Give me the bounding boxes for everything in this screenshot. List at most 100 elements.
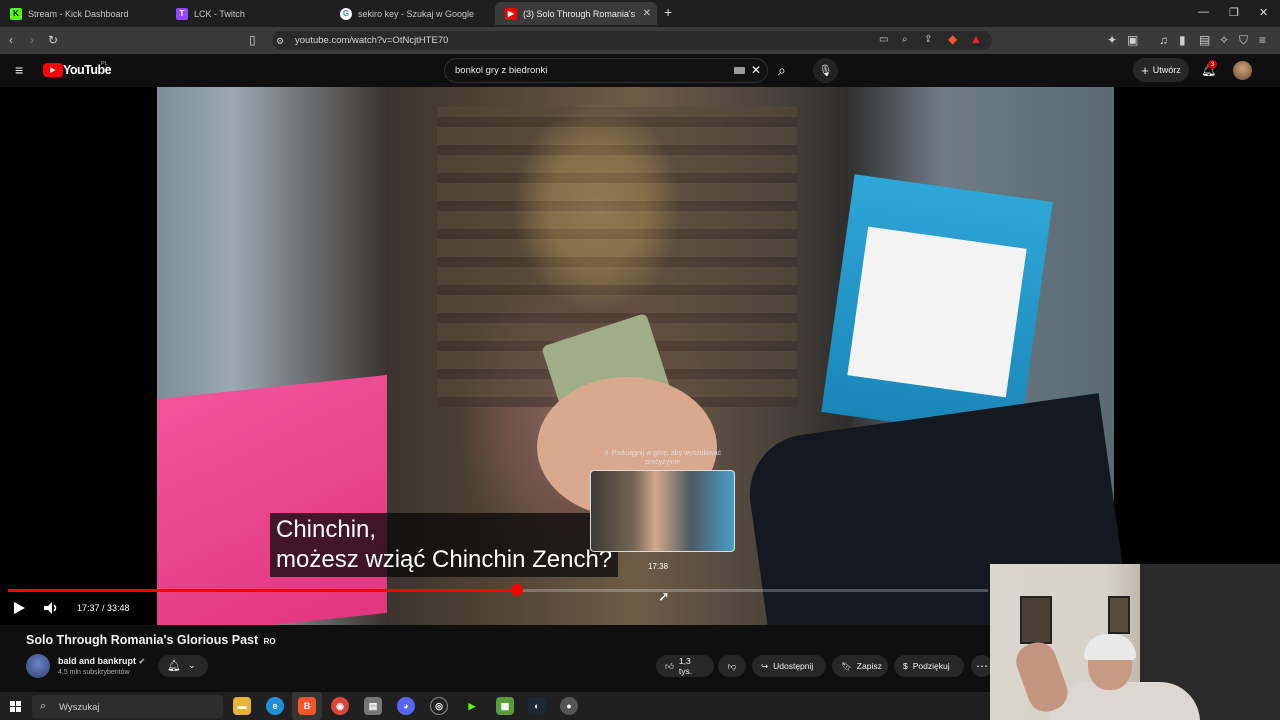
keyboard-icon[interactable] (734, 67, 745, 74)
channel-avatar[interactable] (26, 654, 50, 678)
plus-icon: + (1141, 62, 1149, 78)
vpn-icon[interactable]: ⛉ (1239, 34, 1248, 46)
progress-played (8, 589, 518, 592)
notification-badge: 3 (1208, 60, 1217, 69)
tab-title: LCK - Twitch (194, 8, 245, 19)
country-badge: RO (263, 637, 276, 646)
zoom-icon[interactable]: ⌕ (902, 34, 908, 46)
brave-shield-icon[interactable]: ◆ (948, 33, 957, 45)
restore-icon[interactable]: ❐ (1229, 6, 1239, 19)
windows-start-icon[interactable] (10, 701, 21, 712)
app2-icon[interactable]: ● (560, 697, 578, 715)
share-button[interactable]: ↪ Udostępnij (752, 655, 826, 677)
seek-hint: ⇳ Podciągnij w górę, aby wyszukiwać prec… (603, 450, 722, 466)
share-icon[interactable]: ⇪ (924, 34, 932, 46)
minimize-icon[interactable]: — (1198, 6, 1209, 18)
channel-name[interactable]: bald and bankrupt ✔ (58, 656, 145, 666)
share-label: Udostępnij (773, 661, 814, 671)
menu-icon[interactable]: ≡ (1259, 34, 1266, 46)
dislike-button[interactable]: 👎︎ (718, 655, 746, 677)
play-button[interactable] (11, 600, 27, 616)
twitch-icon: T (176, 7, 188, 20)
time-display: 17:37 / 33:48 (77, 603, 130, 613)
youtube-region-code: PL (101, 61, 108, 67)
volume-button[interactable] (42, 600, 60, 616)
video-title: Solo Through Romania's Glorious Past RO (26, 633, 276, 647)
brave-rewards-icon[interactable]: ▲ (970, 33, 982, 45)
account-avatar[interactable] (1233, 61, 1252, 80)
kick-icon: K (10, 7, 22, 20)
bell-icon: 🔔︎ (167, 660, 181, 672)
video-caption: Chinchin, możesz wziąć Chinchin Zench? (270, 513, 619, 577)
media-icon[interactable]: ♫ (1159, 34, 1168, 46)
like-count: 1,3 tys. (678, 656, 693, 676)
search-input[interactable]: bonkol gry z biedronki (455, 65, 547, 76)
channel-name-text[interactable]: bald and bankrupt (58, 656, 136, 666)
thumbs-down-icon: 👎︎ (727, 660, 737, 671)
thumbs-up-icon: 👍︎ (665, 660, 674, 671)
kick-app-icon[interactable]: ▶ (463, 697, 481, 715)
browser-tab[interactable]: T LCK - Twitch (166, 2, 328, 25)
seek-preview-thumbnail (590, 470, 735, 552)
browser-tab-strip: K Stream - Kick Dashboard T LCK - Twitch… (0, 0, 1280, 27)
caption-line: Chinchin, (276, 516, 377, 543)
google-icon: G (340, 7, 352, 20)
steam-icon[interactable]: ◐ (528, 697, 546, 715)
browser-tab-active[interactable]: ▶ (3) Solo Through Romania's Glo ✕ (495, 2, 657, 25)
save-label: Zapisz (856, 661, 882, 671)
browser-tab[interactable]: K Stream - Kick Dashboard (0, 2, 162, 25)
share-arrow-icon: ↪ (761, 660, 769, 671)
close-window-icon[interactable]: ✕ (1259, 6, 1268, 19)
webcam-overlay (990, 564, 1280, 720)
create-button[interactable]: + Utwórz (1133, 58, 1189, 82)
clear-search-icon[interactable]: ✕ (751, 63, 761, 77)
guide-menu-icon[interactable]: ≡ (15, 63, 23, 77)
file-explorer-icon[interactable]: ▬ (233, 697, 251, 715)
youtube-logo-icon[interactable]: ▶ (43, 63, 63, 77)
more-dots-icon: ⋯ (976, 659, 988, 673)
bookmark-icon[interactable]: ▯ (249, 34, 256, 46)
browser-tab[interactable]: G sekiro key - Szukaj w Google (330, 2, 492, 25)
chevron-down-icon: ⌄ (188, 660, 196, 670)
seek-preview-time: 17:38 (648, 562, 669, 571)
taskbar-search-input[interactable]: Wyszukaj (59, 702, 100, 713)
tab-title: Stream - Kick Dashboard (28, 8, 129, 19)
screenshot-icon[interactable]: ▣ (1127, 34, 1138, 46)
extensions-icon[interactable]: ✦ (1107, 34, 1117, 46)
video-title-text: Solo Through Romania's Glorious Past (26, 633, 259, 647)
chrome-icon[interactable]: ◉ (331, 697, 349, 715)
cast-icon[interactable]: ▭ (879, 34, 888, 46)
bookmark-save-icon: 🔖︎ (841, 660, 852, 671)
leo-ai-icon[interactable]: ✧ (1219, 34, 1229, 46)
voice-search-button[interactable]: 🎙 (813, 58, 838, 83)
edge-icon[interactable]: e (266, 697, 284, 715)
url-text[interactable]: youtube.com/watch?v=OtNcjtHTE70 (295, 35, 448, 46)
brave-icon[interactable]: B (298, 697, 316, 715)
forward-icon[interactable]: › (30, 34, 34, 46)
caption-line: możesz wziąć Chinchin Zench? (276, 546, 613, 573)
app-icon[interactable]: ▤ (364, 697, 382, 715)
volume-icon (44, 602, 52, 614)
close-tab-icon[interactable]: ✕ (643, 8, 651, 19)
like-button[interactable]: 👍︎ 1,3 tys. (656, 655, 714, 677)
search-icon[interactable]: ⌕ (778, 62, 786, 79)
play-icon (14, 602, 25, 614)
tab-title: (3) Solo Through Romania's Glo (523, 8, 637, 19)
progress-scrubber[interactable] (511, 584, 524, 596)
back-icon[interactable]: ‹ (9, 34, 13, 46)
game-launcher-icon[interactable]: ▦ (496, 697, 514, 715)
sidebar-icon[interactable]: ▮ (1179, 34, 1186, 46)
tab-title: sekiro key - Szukaj w Google (358, 8, 475, 19)
site-settings-icon[interactable]: ⚙ (276, 35, 284, 47)
obs-icon[interactable]: ◎ (430, 697, 448, 715)
wallet-icon[interactable]: ▤ (1199, 34, 1210, 46)
thanks-label: Podziękuj (912, 661, 950, 671)
browser-toolbar: ‹ › ↻ ▯ ⚙ ▭ ⌕ ⇪ ◆ ▲ ✦ ▣ ♫ ▮ ▤ ✧ ⛉ ≡ (0, 27, 1280, 54)
subscriber-count: 4,5 mln subskrybentów (58, 669, 130, 676)
discord-icon[interactable]: ◕ (397, 697, 415, 715)
thanks-button[interactable]: $ Podziękuj (894, 655, 964, 677)
new-tab-icon[interactable]: + (664, 4, 672, 20)
save-button[interactable]: 🔖︎ Zapisz (832, 655, 888, 677)
subscription-bell-button[interactable]: 🔔︎ ⌄ (158, 655, 208, 677)
reload-icon[interactable]: ↻ (48, 34, 58, 46)
